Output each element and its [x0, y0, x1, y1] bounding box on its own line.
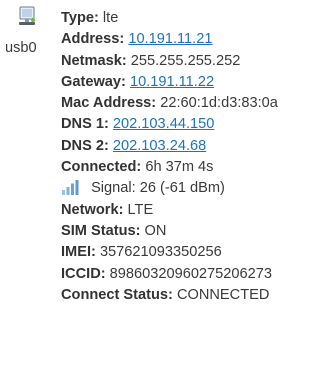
- netmask-row: Netmask: 255.255.255.252: [61, 51, 319, 72]
- mac-address-value: 22:60:1d:d3:83:0a: [160, 95, 278, 112]
- dns1-link[interactable]: 202.103.44.150: [113, 116, 214, 132]
- imei-row: IMEI: 357621093350256: [61, 242, 319, 263]
- mac-address-label: Mac Address:: [61, 95, 157, 112]
- dns2-row: DNS 2: 202.103.24.68: [61, 136, 319, 157]
- connect-status-value: CONNECTED: [176, 286, 270, 303]
- sim-status-row: SIM Status: ON: [61, 221, 319, 242]
- dns2-link[interactable]: 202.103.24.68: [113, 138, 206, 154]
- dns2-label: DNS 2:: [61, 137, 109, 154]
- network-interface-icon: [17, 6, 37, 26]
- address-label: Address:: [61, 31, 125, 48]
- dns1-row: DNS 1: 202.103.44.150: [61, 114, 319, 135]
- network-label: Network:: [61, 201, 124, 218]
- address-link[interactable]: 10.191.11.21: [128, 31, 212, 47]
- type-row: Type: lte: [61, 8, 319, 29]
- interface-name: usb0: [5, 40, 37, 56]
- iccid-label: ICCID:: [61, 265, 106, 282]
- gateway-link[interactable]: 10.191.11.22: [130, 74, 214, 90]
- sim-status-label: SIM Status:: [61, 222, 141, 239]
- netmask-label: Netmask:: [61, 52, 127, 69]
- gateway-label: Gateway:: [61, 73, 126, 90]
- imei-value: 357621093350256: [99, 244, 222, 261]
- network-row: Network: LTE: [61, 200, 319, 221]
- sim-status-value: ON: [144, 222, 167, 239]
- network-value: LTE: [127, 201, 154, 218]
- iccid-value: 89860320960275206273: [109, 265, 272, 282]
- netmask-value: 255.255.255.252: [130, 52, 241, 69]
- connected-row: Connected: 6h 37m 4s: [61, 157, 319, 178]
- signal-row: Signal: 26 (-61 dBm): [61, 178, 319, 199]
- type-value: lte: [102, 10, 119, 26]
- connected-label: Connected:: [61, 159, 142, 176]
- connect-status-label: Connect Status:: [61, 286, 173, 303]
- connected-value: 6h 37m 4s: [145, 159, 214, 176]
- mac-address-row: Mac Address: 22:60:1d:d3:83:0a: [61, 93, 319, 114]
- iccid-row: ICCID: 89860320960275206273: [61, 264, 319, 285]
- type-label: Type:: [61, 10, 99, 26]
- imei-label: IMEI:: [61, 244, 96, 261]
- signal-strength-icon: [61, 178, 81, 196]
- gateway-row: Gateway: 10.191.11.22: [61, 72, 319, 93]
- interface-details: Type: lte Address: 10.191.11.21 Netmask:…: [61, 8, 319, 306]
- dns1-label: DNS 1:: [61, 116, 109, 133]
- connect-status-row: Connect Status: CONNECTED: [61, 285, 319, 306]
- signal-value: Signal: 26 (-61 dBm): [91, 180, 225, 197]
- address-row: Address: 10.191.11.21: [61, 29, 319, 50]
